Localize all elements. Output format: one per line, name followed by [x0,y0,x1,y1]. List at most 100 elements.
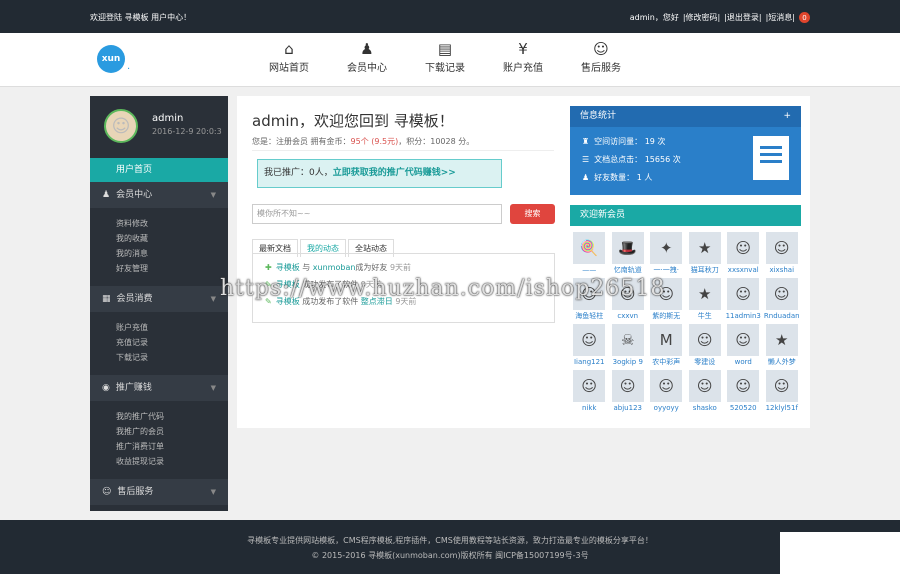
member-avatar[interactable]: 🍭 [573,232,606,264]
member-avatar[interactable]: ☺ [727,232,760,264]
member-card[interactable]: ☺ abju123 [609,370,648,416]
member-avatar[interactable]: ☺ [765,278,798,310]
footer-line1: 寻模板专业提供网站模板，CMS程序模板,程序插件，CMS使用教程等站长资源，致力… [247,536,653,545]
member-card[interactable]: ★ 猫耳秋刀 [686,232,725,278]
member-avatar[interactable]: ☺ [688,370,721,402]
nav-label: 网站首页 [269,63,309,74]
member-name[interactable]: oyyoyy [647,402,686,414]
search-button[interactable]: 搜索 [510,204,555,224]
search-input[interactable]: 模你所不知~~ [252,204,502,224]
sidebar-item[interactable]: 账户充值 [116,322,228,337]
member-name[interactable]: 猫耳秋刀 [686,264,725,276]
site-logo[interactable]: xun [97,45,125,73]
member-name[interactable]: —— [570,264,609,276]
smile-icon: ☺ [593,40,609,58]
edit-password-link[interactable]: |修改密码| [683,12,720,23]
avatar[interactable]: ☺ [104,109,138,143]
sidebar-item[interactable]: 我的推广代码 [116,411,228,426]
nav-service[interactable]: ☺ 售后服务 [562,39,640,74]
nav-member-center[interactable]: ♟ 会员中心 [328,39,406,74]
member-card[interactable]: 🎩 忆南轨道 [609,232,648,278]
member-card[interactable]: ✦ 一·一拽· [647,232,686,278]
sidebar-section-consume[interactable]: ▦ 会员消费 ▼ [90,286,228,312]
member-card[interactable]: ☺ 11admin3 [724,278,763,324]
member-card[interactable]: ☺ xixshai [763,232,802,278]
member-avatar[interactable]: ☺ [573,370,606,402]
member-name[interactable]: nikk [570,402,609,414]
member-avatar[interactable]: ☺ [688,324,721,356]
sidebar-section-service[interactable]: ☺ 售后服务 ▼ [90,479,228,505]
member-card[interactable]: ★ 牛生 [686,278,725,324]
logout-link[interactable]: |退出登录| [724,12,761,23]
member-card[interactable]: ☺ Iiang121 [570,324,609,370]
member-avatar[interactable]: 🎩 [611,232,644,264]
member-name[interactable]: xxsxnval [724,264,763,276]
member-card[interactable]: ☺ word [724,324,763,370]
nav-recharge[interactable]: ¥ 账户充值 [484,39,562,74]
nav-home[interactable]: ⌂ 网站首页 [250,39,328,74]
member-name[interactable]: 520520 [724,402,763,414]
sidebar-item-home[interactable]: 用户首页 [90,158,228,182]
nav-downloads[interactable]: ▤ 下载记录 [406,39,484,74]
member-avatar[interactable]: ☠ [611,324,644,356]
member-name[interactable]: xixshai [763,264,802,276]
member-avatar[interactable]: ☺ [611,370,644,402]
member-name[interactable]: shasko [686,402,725,414]
member-avatar[interactable]: ☺ [765,232,798,264]
member-avatar[interactable]: M [650,324,683,356]
stats-panel: 信息统计 + ♜ 空间访问量： 19 次 ☰ 文档总点击： 15656 次 ♟ 好友数量… [570,106,801,195]
member-avatar[interactable]: ☺ [765,370,798,402]
member-avatar[interactable]: ★ [688,278,721,310]
member-card[interactable]: 🍭 —— [570,232,609,278]
member-name[interactable]: 一·一拽· [647,264,686,276]
member-name[interactable]: cxxvn [609,310,648,322]
member-name[interactable]: 12klyl51f [763,402,802,414]
sidebar-item[interactable]: 下载记录 [116,352,228,367]
promo-link[interactable]: 立即获取我的推广代码赚钱>> [333,168,456,178]
member-avatar[interactable]: ★ [765,324,798,356]
member-name[interactable]: Rnduadan [763,310,802,322]
member-card[interactable]: ☺ 520520 [724,370,763,416]
member-name[interactable]: 3ogkip 9 [609,356,648,368]
member-avatar[interactable]: ☺ [727,370,760,402]
member-card[interactable]: ★ 懒人外梦 [763,324,802,370]
member-avatar[interactable]: ✦ [650,232,683,264]
member-name[interactable]: 懒人外梦 [763,356,802,368]
sidebar-item[interactable]: 收益提现记录 [116,456,228,471]
sidebar-item[interactable]: 好友管理 [116,263,228,278]
member-card[interactable]: ☺ xxsxnval [724,232,763,278]
member-name[interactable]: 海鱼轻柱 [570,310,609,322]
member-card[interactable]: ☺ 12klyl51f [763,370,802,416]
member-avatar[interactable]: ★ [688,232,721,264]
sidebar-item[interactable]: 推广消费订单 [116,441,228,456]
member-card[interactable]: ☺ shasko [686,370,725,416]
sidebar-item[interactable]: 我的消息 [116,248,228,263]
member-card[interactable]: ☺ nikk [570,370,609,416]
member-name[interactable]: word [724,356,763,368]
member-avatar[interactable]: ☺ [573,324,606,356]
member-name[interactable]: Iiang121 [570,356,609,368]
member-name[interactable]: 牛生 [686,310,725,322]
member-name[interactable]: 紫的斯无 [647,310,686,322]
member-avatar[interactable]: ☺ [650,370,683,402]
messages-link[interactable]: |短消息| [766,12,795,23]
member-name[interactable]: 忆南轨道 [609,264,648,276]
plus-icon[interactable]: + [783,106,791,127]
sidebar-item[interactable]: 我推广的会员 [116,426,228,441]
member-name[interactable]: abju123 [609,402,648,414]
sidebar-item[interactable]: 资料修改 [116,218,228,233]
member-name[interactable]: 零建设 [686,356,725,368]
sidebar-item[interactable]: 我的收藏 [116,233,228,248]
sidebar-item[interactable]: 充值记录 [116,337,228,352]
member-avatar[interactable]: ☺ [727,278,760,310]
sidebar-section-promote[interactable]: ◉ 推广赚钱 ▼ [90,375,228,401]
member-name[interactable]: 11admin3 [724,310,763,322]
member-card[interactable]: ☺ 零建设 [686,324,725,370]
member-card[interactable]: ☺ Rnduadan [763,278,802,324]
member-card[interactable]: M 农中彩声 [647,324,686,370]
member-name[interactable]: 农中彩声 [647,356,686,368]
member-card[interactable]: ☠ 3ogkip 9 [609,324,648,370]
sidebar-section-member[interactable]: ♟ 会员中心 ▼ [90,182,228,208]
member-card[interactable]: ☺ oyyoyy [647,370,686,416]
member-avatar[interactable]: ☺ [727,324,760,356]
